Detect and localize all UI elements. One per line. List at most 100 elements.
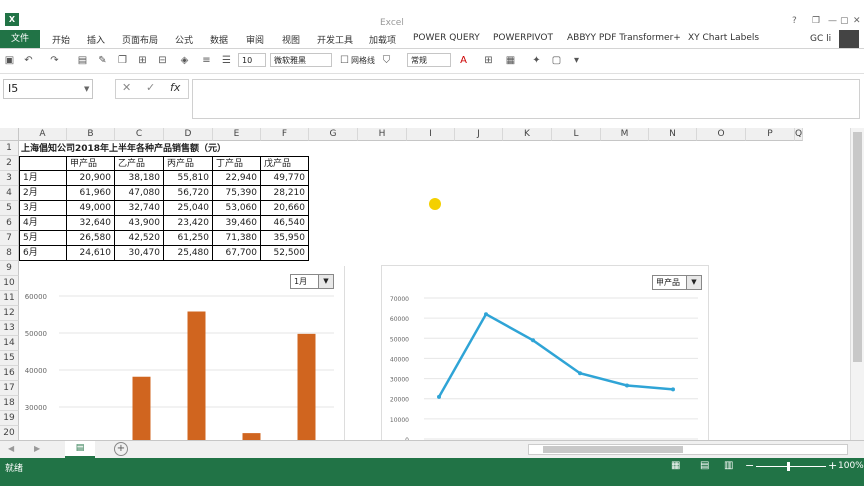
line-chart[interactable]: 甲产品 ▼ 0100002000030000400005000060000700… <box>381 265 709 440</box>
table-cell[interactable]: 24,610 <box>67 246 115 261</box>
page-break-view-icon[interactable]: ▥ <box>724 460 733 471</box>
table-cell[interactable]: 42,520 <box>115 231 164 246</box>
select-all-corner[interactable] <box>0 128 19 141</box>
table-header-cell[interactable]: 甲产品 <box>67 156 115 171</box>
sheet-tab-active[interactable]: ▤ <box>65 441 95 458</box>
row-header[interactable]: 18 <box>0 396 19 411</box>
row-header[interactable]: 6 <box>0 216 19 231</box>
column-header[interactable]: Q <box>795 128 804 141</box>
row-header[interactable]: 12 <box>0 306 19 321</box>
table-cell[interactable]: 47,080 <box>115 186 164 201</box>
column-header[interactable]: D <box>164 128 213 141</box>
name-box-dropdown-icon[interactable]: ▼ <box>84 85 89 93</box>
column-header[interactable]: M <box>601 128 649 141</box>
more-commands-icon[interactable]: ▾ <box>570 54 583 67</box>
row-header[interactable]: 5 <box>0 201 19 216</box>
tab-review[interactable]: 审阅 <box>246 33 264 46</box>
column-header[interactable]: B <box>67 128 115 141</box>
print-preview-icon[interactable]: ▤ <box>76 54 89 67</box>
maximize-button[interactable]: ▢ <box>840 16 849 26</box>
table-cell[interactable]: 2月 <box>19 186 67 201</box>
row-header[interactable]: 14 <box>0 336 19 351</box>
redo-icon[interactable]: ↷ <box>48 54 61 67</box>
column-header[interactable]: I <box>407 128 455 141</box>
table-cell[interactable]: 20,900 <box>67 171 115 186</box>
column-header[interactable]: P <box>746 128 795 141</box>
row-header[interactable]: 2 <box>0 156 19 171</box>
bar-chart[interactable]: 1月 ▼ 2000030000400005000060000 <box>19 266 345 440</box>
row-header[interactable]: 17 <box>0 381 19 396</box>
column-header[interactable]: J <box>455 128 503 141</box>
tab-power-query[interactable]: POWER QUERY <box>413 33 480 43</box>
horizontal-scroll-thumb[interactable] <box>543 446 683 453</box>
minimize-button[interactable]: — <box>828 16 837 26</box>
name-box[interactable]: I5 <box>3 79 93 99</box>
tab-insert[interactable]: 插入 <box>87 33 105 46</box>
table-cell[interactable]: 25,480 <box>164 246 213 261</box>
column-header[interactable]: K <box>503 128 552 141</box>
column-header[interactable]: F <box>261 128 309 141</box>
column-header[interactable]: E <box>213 128 261 141</box>
table-cell[interactable]: 4月 <box>19 216 67 231</box>
formula-input[interactable] <box>192 79 860 119</box>
column-header[interactable]: C <box>115 128 164 141</box>
row-header[interactable]: 7 <box>0 231 19 246</box>
column-header[interactable]: N <box>649 128 697 141</box>
tab-view[interactable]: 视图 <box>282 33 300 46</box>
tab-xy-chart-labels[interactable]: XY Chart Labels <box>688 33 759 43</box>
table-header-cell[interactable]: 丙产品 <box>164 156 213 171</box>
number-format-select[interactable]: 常规 <box>407 53 451 67</box>
ribbon-display-icon[interactable]: ❐ <box>812 16 820 26</box>
tab-data[interactable]: 数据 <box>210 33 228 46</box>
insert-function-icon[interactable]: fx <box>170 81 180 94</box>
table-cell[interactable]: 75,390 <box>213 186 261 201</box>
normal-view-icon[interactable]: ▦ <box>671 460 680 471</box>
row-header[interactable]: 10 <box>0 276 19 291</box>
row-header[interactable]: 8 <box>0 246 19 261</box>
tab-file[interactable]: 文件 <box>0 30 40 48</box>
tab-developer[interactable]: 开发工具 <box>317 33 353 46</box>
table-cell[interactable]: 56,720 <box>164 186 213 201</box>
row-header[interactable]: 16 <box>0 366 19 381</box>
tab-home[interactable]: 开始 <box>52 33 70 46</box>
add-sheet-button[interactable]: + <box>114 442 128 456</box>
table-icon[interactable]: ⊞ <box>482 54 495 67</box>
font-name-select[interactable]: 微软雅黑 <box>270 53 332 67</box>
table-cell[interactable]: 49,000 <box>67 201 115 216</box>
table-cell[interactable]: 32,640 <box>67 216 115 231</box>
table-header-cell[interactable]: 乙产品 <box>115 156 164 171</box>
cancel-icon[interactable]: ✕ <box>122 81 131 94</box>
column-header[interactable]: H <box>358 128 407 141</box>
table-cell[interactable]: 30,470 <box>115 246 164 261</box>
row-header[interactable]: 4 <box>0 186 19 201</box>
table-cell[interactable]: 23,420 <box>164 216 213 231</box>
table-header-cell[interactable]: 丁产品 <box>213 156 261 171</box>
tab-page-layout[interactable]: 页面布局 <box>122 33 158 46</box>
table-cell[interactable]: 53,060 <box>213 201 261 216</box>
table-cell[interactable]: 49,770 <box>261 171 309 186</box>
table-cell[interactable]: 3月 <box>19 201 67 216</box>
avatar[interactable] <box>839 30 859 48</box>
row-header[interactable]: 13 <box>0 321 19 336</box>
zoom-slider-thumb[interactable] <box>787 462 790 471</box>
table-cell[interactable]: 43,900 <box>115 216 164 231</box>
table-cell[interactable]: 52,500 <box>261 246 309 261</box>
font-size-select[interactable]: 10 <box>238 53 266 67</box>
row-header[interactable]: 11 <box>0 291 19 306</box>
paint-icon[interactable]: ✦ <box>530 54 543 67</box>
table-cell[interactable]: 26,580 <box>67 231 115 246</box>
row-header[interactable]: 9 <box>0 261 19 276</box>
gridlines-checkbox[interactable]: ☐ <box>338 54 351 67</box>
merge-icon[interactable]: ⊟ <box>156 54 169 67</box>
zoom-out-button[interactable]: − <box>745 459 754 472</box>
enter-icon[interactable]: ✓ <box>146 81 155 94</box>
row-header[interactable]: 20 <box>0 426 19 440</box>
camera-icon[interactable]: ▢ <box>550 54 563 67</box>
help-icon[interactable]: ? <box>792 16 797 26</box>
table-cell[interactable]: 25,040 <box>164 201 213 216</box>
row-header[interactable]: 15 <box>0 351 19 366</box>
zoom-slider[interactable] <box>756 462 826 471</box>
column-header[interactable]: G <box>309 128 358 141</box>
conditional-format-icon[interactable]: ▦ <box>504 54 517 67</box>
tab-powerpivot[interactable]: POWERPIVOT <box>493 33 553 43</box>
